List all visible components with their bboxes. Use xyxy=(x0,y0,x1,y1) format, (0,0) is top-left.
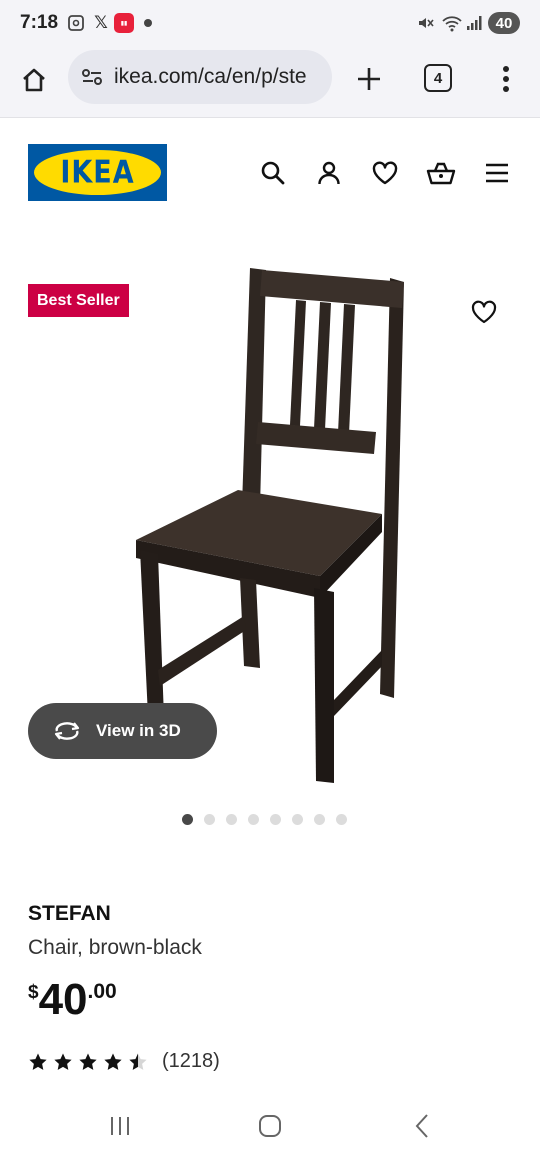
screenshot-icon xyxy=(66,13,86,33)
rotate-3d-icon xyxy=(54,722,80,740)
carousel-dot[interactable] xyxy=(248,813,259,825)
site-settings-icon[interactable] xyxy=(80,66,106,88)
status-time: 7:18 xyxy=(20,12,59,33)
product-rating[interactable]: (1218) xyxy=(28,1050,220,1073)
review-count: (1218) xyxy=(162,1050,220,1072)
view-in-3d-button[interactable]: View in 3D xyxy=(28,703,217,759)
browser-home-button[interactable] xyxy=(16,62,52,98)
recents-icon xyxy=(111,1117,129,1135)
mute-icon xyxy=(415,13,435,33)
carousel-dot[interactable] xyxy=(226,813,237,825)
search-icon xyxy=(261,161,285,185)
carousel-dot[interactable] xyxy=(270,813,281,825)
new-tab-button[interactable] xyxy=(350,60,388,98)
product-description: Chair, brown-black xyxy=(28,936,202,959)
logo-text: IKEA xyxy=(60,154,135,191)
carousel-dot[interactable] xyxy=(292,813,303,825)
notification-dot-icon xyxy=(144,19,152,27)
home-nav-button[interactable] xyxy=(250,1110,290,1142)
favourites-button[interactable] xyxy=(368,156,402,190)
price-decimal: .00 xyxy=(87,980,117,1003)
wifi-icon xyxy=(440,13,464,33)
home-icon xyxy=(23,68,45,92)
star-full-icon xyxy=(104,1053,122,1070)
url-text: ikea.com/ca/en/p/ste xyxy=(114,65,307,88)
carousel-pagination[interactable] xyxy=(182,812,362,826)
hamburger-menu-button[interactable] xyxy=(480,156,514,190)
product-price: $ 40 .00 xyxy=(28,976,117,1024)
star-full-icon xyxy=(29,1053,47,1070)
carousel-dot[interactable] xyxy=(204,813,215,825)
price-currency: $ xyxy=(28,982,39,1003)
product-name: STEFAN xyxy=(28,902,111,925)
heart-icon xyxy=(471,300,497,324)
notification-app-icon: ▮▮ xyxy=(114,13,134,33)
carousel-dot[interactable] xyxy=(336,813,347,825)
x-app-icon: 𝕏 xyxy=(94,13,108,32)
back-icon xyxy=(415,1114,428,1138)
home-nav-icon xyxy=(259,1115,281,1137)
search-button[interactable] xyxy=(256,156,290,190)
star-full-icon xyxy=(54,1053,72,1070)
profile-button[interactable] xyxy=(312,156,346,190)
carousel-dot[interactable] xyxy=(314,813,325,825)
shopping-bag-button[interactable] xyxy=(424,156,458,190)
view-in-3d-label: View in 3D xyxy=(96,721,181,740)
hamburger-icon xyxy=(486,163,508,183)
carousel-dot[interactable] xyxy=(182,813,193,825)
tab-switcher-button[interactable]: 4 xyxy=(424,64,452,92)
rating-stars xyxy=(28,1052,148,1072)
back-button[interactable] xyxy=(402,1110,442,1142)
system-navigation-bar xyxy=(0,1094,540,1158)
profile-icon xyxy=(318,161,340,185)
ikea-logo[interactable]: IKEA xyxy=(28,144,167,201)
logo-oval: IKEA xyxy=(34,150,161,195)
price-integer: 40 xyxy=(38,975,88,1024)
basket-icon xyxy=(426,162,456,185)
status-bar: 7:18 𝕏 ▮▮ 40 xyxy=(0,0,540,48)
heart-icon xyxy=(372,161,398,185)
signal-icon xyxy=(465,13,483,33)
add-to-favourites-button[interactable] xyxy=(466,294,502,330)
plus-icon xyxy=(358,68,380,90)
battery-indicator: 40 xyxy=(488,12,520,34)
best-seller-badge: Best Seller xyxy=(28,284,129,317)
recents-button[interactable] xyxy=(100,1110,140,1142)
address-bar[interactable]: ikea.com/ca/en/p/ste xyxy=(68,50,332,104)
browser-toolbar: ikea.com/ca/en/p/ste 4 xyxy=(0,48,540,118)
star-full-icon xyxy=(79,1053,97,1070)
star-half-icon xyxy=(129,1053,147,1070)
browser-menu-button[interactable] xyxy=(490,60,522,98)
more-icon xyxy=(503,66,509,92)
